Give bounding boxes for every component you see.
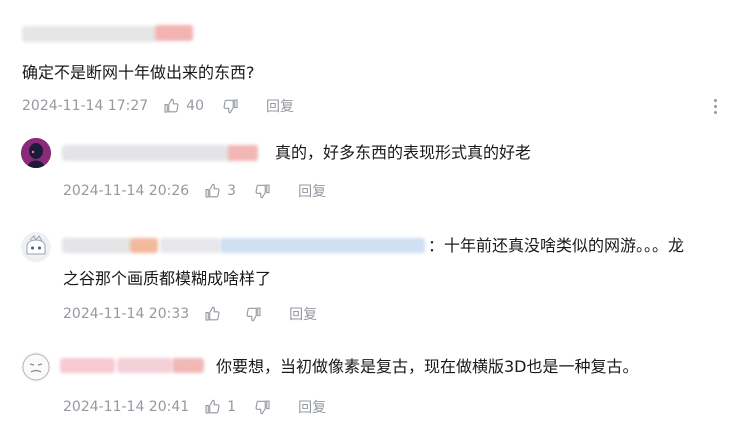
dislike-button[interactable] — [254, 398, 272, 416]
username-redacted — [160, 238, 220, 253]
comment-time: 2024-11-14 20:26 — [63, 183, 190, 199]
reply-button[interactable]: 回复 — [298, 181, 326, 201]
thumbs-down-icon — [222, 97, 240, 115]
like-button[interactable]: 1 — [203, 398, 236, 416]
avatar-image — [22, 353, 50, 381]
username-redacted-accent — [130, 238, 158, 253]
dislike-button[interactable] — [245, 305, 263, 323]
like-count: 1 — [227, 399, 237, 415]
thumbs-up-icon — [203, 305, 221, 323]
reply-button[interactable]: 回复 — [289, 304, 317, 324]
reply-text: 真的，好多东西的表现形式真的好老 — [275, 143, 532, 162]
thumbs-up-icon — [203, 398, 221, 416]
reply-button[interactable]: 回复 — [266, 96, 294, 116]
username-redacted-accent — [172, 358, 204, 373]
username-redacted-accent — [228, 145, 258, 161]
main-comment-text: 确定不是断网十年做出来的东西? — [22, 63, 255, 82]
comment-time: 2024-11-14 20:41 — [63, 399, 190, 415]
like-button[interactable] — [203, 305, 227, 323]
avatar[interactable] — [21, 352, 51, 382]
reply-text: 你要想，当初做像素是复古，现在做横版3D也是一种复古。 — [216, 357, 639, 376]
thumbs-down-icon — [254, 398, 272, 416]
username-redacted[interactable] — [62, 238, 132, 253]
thumbs-up-icon — [162, 97, 180, 115]
username-redacted-accent — [220, 238, 425, 253]
username-redacted-accent — [155, 25, 193, 41]
avatar[interactable] — [21, 232, 51, 262]
avatar-image — [21, 232, 51, 262]
avatar-image — [21, 138, 51, 168]
dislike-button[interactable] — [254, 182, 272, 200]
dislike-button[interactable] — [222, 97, 240, 115]
username-redacted[interactable] — [22, 26, 157, 42]
username-redacted[interactable] — [60, 358, 115, 373]
thumbs-down-icon — [245, 305, 263, 323]
like-count: 3 — [227, 183, 237, 199]
username-redacted — [117, 358, 172, 373]
reply-meta: 2024-11-14 20:41 1 回复 — [63, 397, 326, 417]
reply-meta: 2024-11-14 20:33 回复 — [63, 304, 317, 324]
main-comment-meta: 2024-11-14 17:27 40 回复 — [22, 96, 294, 116]
like-button[interactable]: 3 — [203, 182, 236, 200]
reply-button[interactable]: 回复 — [298, 397, 326, 417]
reply-text-line-2: 之谷那个画质都模糊成啥样了 — [63, 269, 272, 288]
reply-meta: 2024-11-14 20:26 3 回复 — [63, 181, 326, 201]
reply-text-line-1: ：十年前还真没啥类似的网游。。。龙 — [428, 236, 685, 255]
more-vertical-icon[interactable] — [707, 96, 723, 116]
thumbs-down-icon — [254, 182, 272, 200]
comment-time: 2024-11-14 20:33 — [63, 306, 190, 322]
like-count: 40 — [186, 98, 204, 114]
username-redacted[interactable] — [62, 145, 232, 161]
like-button[interactable]: 40 — [162, 97, 204, 115]
comment-time: 2024-11-14 17:27 — [22, 98, 149, 114]
thumbs-up-icon — [203, 182, 221, 200]
avatar[interactable] — [21, 138, 51, 168]
